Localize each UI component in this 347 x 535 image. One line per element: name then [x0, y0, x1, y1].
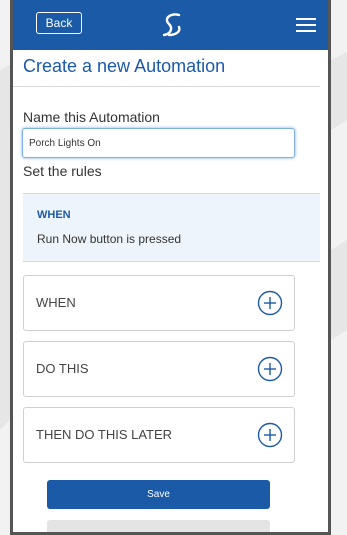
hamburger-menu-icon[interactable] [296, 18, 316, 32]
rules-label: Set the rules [23, 163, 102, 179]
name-field-label: Name this Automation [23, 109, 160, 125]
title-divider [13, 86, 320, 87]
when-section[interactable]: WHEN [23, 275, 295, 331]
add-circle-icon[interactable] [257, 422, 283, 448]
automation-name-input[interactable] [22, 128, 295, 158]
add-circle-icon[interactable] [257, 290, 283, 316]
section-label: WHEN [36, 295, 76, 310]
page-title: Create a new Automation [23, 56, 226, 76]
section-label: DO THIS [36, 361, 89, 376]
summary-text: Run Now button is pressed [37, 232, 182, 246]
save-button[interactable]: Save [47, 480, 270, 509]
app-frame: Back Create a new Automation Name this A… [10, 0, 331, 535]
summary-heading: WHEN [37, 209, 71, 221]
s-swoosh-logo-icon [162, 13, 181, 37]
back-button[interactable]: Back [36, 12, 82, 34]
rule-summary-panel: WHEN Run Now button is pressed [23, 194, 320, 262]
do-this-section[interactable]: DO THIS [23, 341, 295, 397]
add-circle-icon[interactable] [257, 356, 283, 382]
secondary-button-partial[interactable] [47, 520, 270, 532]
then-do-this-later-section[interactable]: THEN DO THIS LATER [23, 407, 295, 463]
top-navigation-bar: Back [13, 0, 328, 50]
section-label: THEN DO THIS LATER [36, 427, 173, 442]
